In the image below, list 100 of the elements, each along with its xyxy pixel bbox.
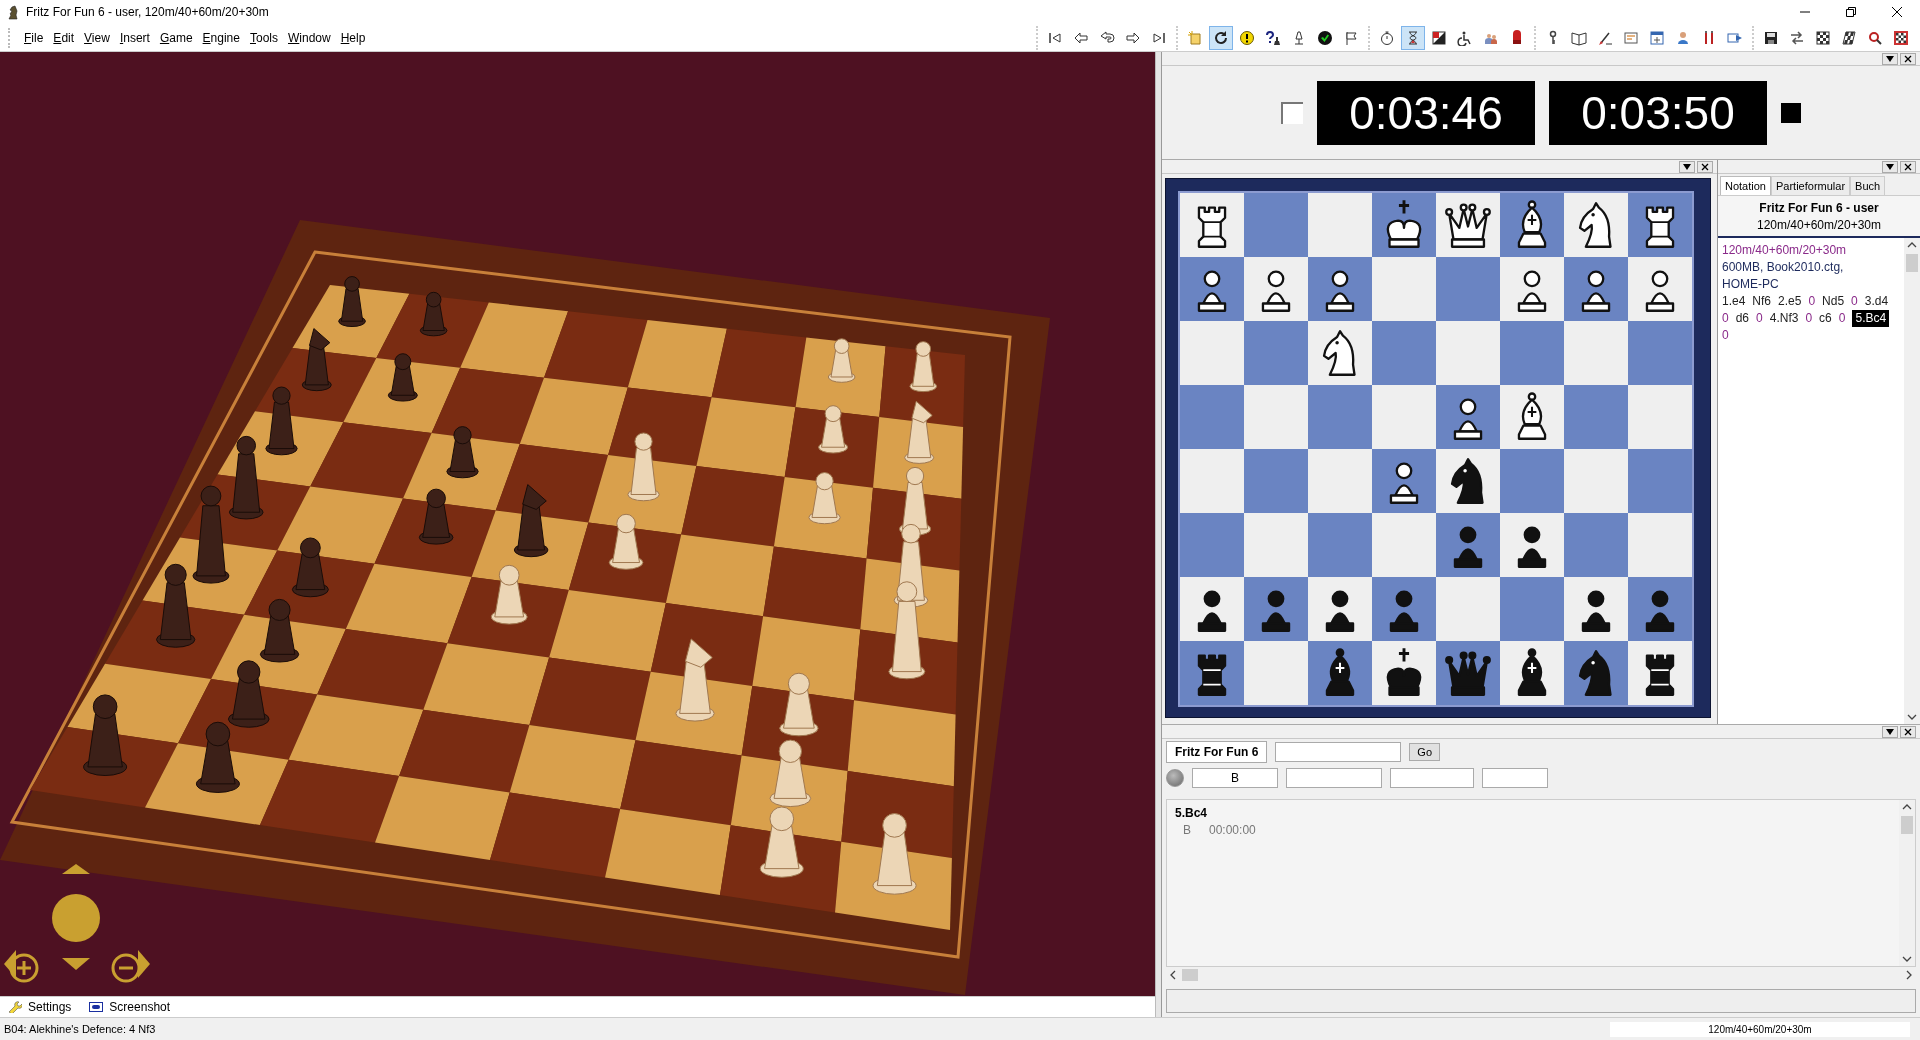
vertical-scrollbar[interactable]: [1904, 238, 1920, 724]
triangle-down-icon: [1886, 727, 1894, 736]
chessboard-framed-icon: [1893, 29, 1909, 46]
screen-button[interactable]: Screenshot: [87, 1000, 173, 1014]
panel-menu-button[interactable]: [1882, 725, 1898, 738]
exclamation-icon: [1239, 29, 1255, 46]
engine-status-light: [1166, 769, 1184, 787]
input-field[interactable]: [1275, 742, 1402, 762]
flag-icon: [1343, 29, 1359, 46]
time-control-field: 120m/40+60m/20+30m: [1610, 1021, 1910, 1037]
analysis-move: 5.Bc4: [1175, 806, 1209, 820]
person-icon: [1675, 29, 1691, 46]
move-time[interactable]: 0: [1722, 327, 1729, 344]
window-title: Fritz For Fun 6 - user, 120m/40+60m/20+30m: [26, 5, 270, 19]
card-icon: [1623, 29, 1639, 46]
menu-item[interactable]: Engine: [197, 27, 245, 48]
close-button[interactable]: [1900, 160, 1916, 173]
game-info-line: 600MB, Book2010.ctg,: [1722, 259, 1845, 276]
save-icon: [1763, 29, 1779, 46]
move[interactable]: 3.d4: [1864, 293, 1889, 310]
book-icon: [1571, 29, 1587, 46]
close-icon: [1904, 54, 1912, 63]
close-icon: [1892, 7, 1902, 17]
window-target-icon: [1649, 29, 1665, 46]
close-icon: [1904, 162, 1912, 171]
move[interactable]: 2.e5: [1778, 293, 1802, 310]
swap-icon: [1789, 29, 1805, 46]
chess-pieces-3d-drawing[interactable]: [83, 276, 938, 895]
side-indicator: [1281, 101, 1303, 124]
analysis-detail: B: [1183, 823, 1191, 837]
close-button[interactable]: [1900, 725, 1916, 738]
move-time[interactable]: 0: [1838, 310, 1846, 327]
tab[interactable]: Notation: [1720, 176, 1771, 195]
move-time[interactable]: 0: [1722, 310, 1729, 327]
info-field: [1482, 768, 1548, 788]
go-button[interactable]: Go: [1409, 743, 1440, 761]
close-button[interactable]: [1697, 160, 1713, 173]
move[interactable]: 1.e4: [1722, 293, 1746, 310]
refresh-icon: [1213, 29, 1229, 46]
move[interactable]: 5.Bc4: [1852, 310, 1890, 327]
scroll-thumb[interactable]: [1906, 254, 1918, 272]
scroll-thumb[interactable]: [1901, 816, 1913, 834]
menu-item[interactable]: File: [19, 27, 49, 48]
triangle-down-icon: [1886, 54, 1894, 63]
camera-controls-drawing[interactable]: [4, 864, 150, 983]
undo-arrow-icon: [1099, 29, 1115, 46]
tab[interactable]: Buch: [1850, 176, 1886, 195]
move-time[interactable]: 0: [1808, 293, 1816, 310]
time-control: 120m/40+60m/20+30m: [1718, 218, 1920, 232]
info-field: B: [1192, 768, 1278, 788]
verified-icon: [1317, 29, 1333, 46]
chessboard-diagonal-icon: [1431, 29, 1447, 46]
new-page-icon: [1187, 29, 1203, 46]
engine-name[interactable]: Fritz For Fun 6: [1166, 741, 1268, 763]
scroll-thumb[interactable]: [1182, 969, 1198, 981]
move[interactable]: Nd5: [1822, 293, 1845, 310]
panel-menu-button[interactable]: [1882, 52, 1898, 65]
game-info-line: 120m/40+60m/20+30m: [1722, 242, 1848, 259]
menu-item[interactable]: Insert: [114, 27, 155, 48]
game-info-line: HOME-PC: [1722, 276, 1780, 293]
panel-menu-button[interactable]: [1679, 160, 1695, 173]
restore-icon: [1846, 7, 1856, 17]
menu-item[interactable]: Game: [154, 27, 198, 48]
screen-icon: [89, 1001, 104, 1013]
menu-item[interactable]: Edit: [48, 27, 80, 48]
vertical-scrollbar[interactable]: [1899, 800, 1915, 966]
move[interactable]: c6: [1819, 310, 1832, 327]
game-title: Fritz For Fun 6 - user: [1758, 201, 1880, 215]
chess-clock: 0:03:50: [1549, 80, 1767, 145]
move-time[interactable]: 0: [1851, 293, 1858, 310]
menu-item[interactable]: Window: [283, 27, 336, 48]
menu-item[interactable]: View: [79, 27, 115, 48]
side-indicator: [1781, 102, 1801, 123]
triangle-down-icon: [1886, 162, 1894, 171]
move-time[interactable]: 0: [1805, 310, 1813, 327]
analysis-detail: 00:00:00: [1209, 823, 1256, 837]
app-icon: [6, 4, 20, 20]
wrench-button[interactable]: Settings: [6, 1000, 74, 1014]
move[interactable]: Nf6: [1752, 293, 1772, 310]
menu-item[interactable]: Help: [335, 27, 371, 48]
close-button[interactable]: [1900, 52, 1916, 65]
hourglass-button[interactable]: [1401, 25, 1425, 50]
opening-name: B04: Alekhine's Defence: 4 Nf3: [4, 1023, 157, 1035]
panel-menu-button[interactable]: [1882, 160, 1898, 173]
move[interactable]: 4.Nf3: [1769, 310, 1799, 327]
wrench-icon: [8, 1001, 22, 1013]
stopwatch-icon: [1379, 29, 1395, 46]
move[interactable]: d6: [1735, 310, 1750, 327]
tab[interactable]: Partieformular: [1771, 176, 1851, 195]
question-piece-icon: [1265, 29, 1281, 46]
chessboard-icon: [1815, 29, 1831, 46]
menu-item[interactable]: Tools: [245, 27, 283, 48]
move-time[interactable]: 0: [1756, 310, 1763, 327]
chess-clock: 0:03:46: [1317, 80, 1535, 145]
close-icon: [1701, 162, 1709, 171]
wheelchair-icon: [1457, 29, 1473, 46]
magnifier-icon: [1867, 29, 1883, 46]
chessboard-tilted-icon: [1841, 29, 1857, 46]
triangle-down-icon: [1683, 162, 1691, 171]
refresh-button[interactable]: [1209, 25, 1233, 50]
